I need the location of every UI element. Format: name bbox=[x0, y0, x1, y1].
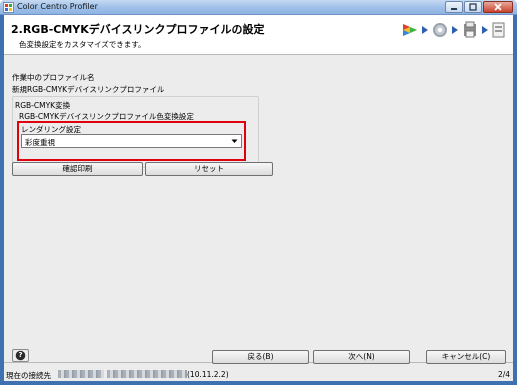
redacted-hostname bbox=[107, 370, 187, 378]
page-title: 2.RGB-CMYKデバイスリンクプロファイルの設定 bbox=[11, 23, 265, 36]
rendering-select[interactable]: 彩度重視 bbox=[21, 134, 242, 148]
maximize-icon bbox=[469, 3, 477, 11]
page-indicator: 2/4 bbox=[498, 370, 511, 379]
cancel-button[interactable]: キャンセル(C) bbox=[426, 350, 506, 364]
step-header: 2.RGB-CMYKデバイスリンクプロファイルの設定 色変換設定をカスタマイズで… bbox=[4, 15, 513, 55]
conversion-group-label: RGB-CMYK変換 bbox=[15, 101, 71, 110]
profile-icon bbox=[492, 22, 505, 38]
confirm-print-button[interactable]: 確認印刷 bbox=[12, 162, 143, 176]
connection-ip: (10.11.2.2) bbox=[187, 370, 229, 379]
minimize-button[interactable] bbox=[445, 1, 463, 13]
title-bar[interactable]: Color Centro Profiler bbox=[0, 0, 517, 15]
close-button[interactable] bbox=[483, 1, 513, 13]
printer-icon bbox=[464, 21, 476, 38]
back-button[interactable]: 戻る(B) bbox=[212, 350, 309, 364]
minimize-icon bbox=[451, 8, 457, 10]
step-arrow-icon bbox=[422, 26, 428, 34]
app-icon bbox=[3, 2, 14, 13]
dropdown-arrow-icon[interactable] bbox=[230, 137, 239, 145]
step-arrow-icon bbox=[452, 26, 458, 34]
help-button[interactable]: ? bbox=[12, 349, 29, 362]
redacted-host bbox=[58, 370, 104, 378]
step-progress bbox=[401, 21, 507, 39]
step-arrow-icon bbox=[482, 26, 488, 34]
profile-name-value: 新規RGB-CMYKデバイスリンクプロファイル bbox=[12, 85, 165, 94]
rendering-select-value: 彩度重視 bbox=[25, 138, 55, 147]
caption-buttons bbox=[445, 1, 513, 13]
reset-button[interactable]: リセット bbox=[145, 162, 273, 176]
profile-name-label: 作業中のプロファイル名 bbox=[12, 73, 95, 82]
next-button[interactable]: 次へ(N) bbox=[313, 350, 410, 364]
monitor-icon bbox=[403, 24, 417, 36]
maximize-button[interactable] bbox=[464, 1, 482, 13]
help-label: ? bbox=[18, 351, 23, 359]
window-title: Color Centro Profiler bbox=[17, 2, 98, 11]
status-bar: 現在の接続先 (10.11.2.2) 2/4 bbox=[4, 367, 513, 381]
close-icon bbox=[494, 3, 502, 11]
client-area: 2.RGB-CMYKデバイスリンクプロファイルの設定 色変換設定をカスタマイズで… bbox=[4, 15, 513, 381]
connection-label: 現在の接続先 bbox=[6, 371, 51, 380]
page-subtitle: 色変換設定をカスタマイズできます。 bbox=[19, 40, 146, 49]
application-window: Color Centro Profiler 2.RGB-CMYKデバイスリンクプ… bbox=[0, 0, 517, 385]
gear-icon bbox=[433, 23, 447, 37]
